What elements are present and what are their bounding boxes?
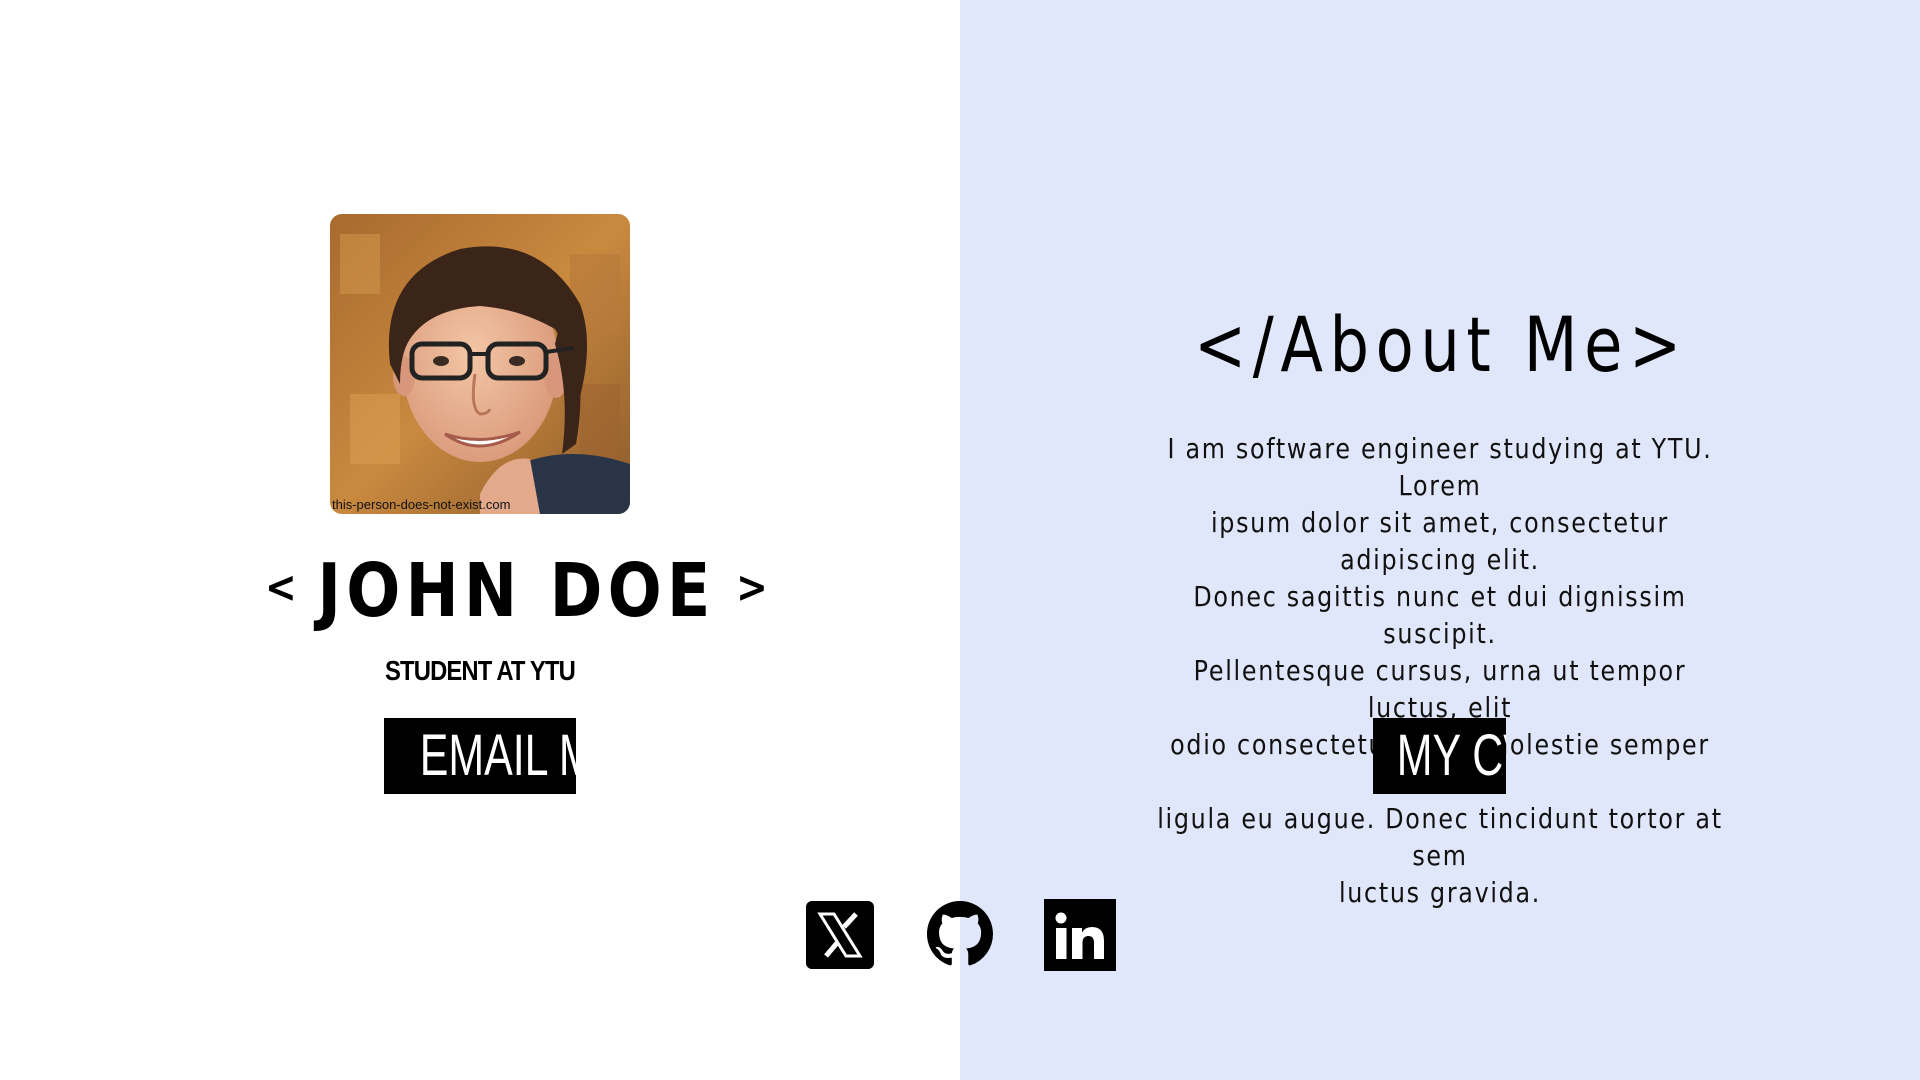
email-me-button[interactable]: EMAIL ME xyxy=(384,718,576,794)
profile-name: < JOHN DOE > xyxy=(265,548,768,631)
about-heading: </About Me> xyxy=(1194,300,1688,389)
about-line: Pellentesque cursus, urna ut tempor luct… xyxy=(1193,654,1687,724)
email-me-label: EMAIL ME xyxy=(419,723,576,788)
about-line: luctus gravida. xyxy=(1338,876,1542,909)
my-cv-button[interactable]: MY CV xyxy=(1373,718,1506,794)
name-close-bracket: > xyxy=(736,562,768,613)
about-line: ligula eu augue. Donec tincidunt tortor … xyxy=(1157,802,1723,872)
name-open-bracket: < xyxy=(265,562,297,613)
name-text: JOHN DOE xyxy=(317,548,716,634)
my-cv-label: MY CV xyxy=(1396,723,1506,788)
photo-credit: this-person-does-not-exist.com xyxy=(332,497,511,512)
about-line: I am software engineer studying at YTU. … xyxy=(1167,432,1713,502)
profile-subtitle: STUDENT AT YTU xyxy=(385,655,576,686)
about-line: ipsum dolor sit amet, consectetur adipis… xyxy=(1210,506,1670,576)
about-line: Donec sagittis nunc et dui dignissim sus… xyxy=(1193,580,1687,650)
linkedin-icon[interactable] xyxy=(1044,899,1116,971)
profile-photo: this-person-does-not-exist.com xyxy=(330,214,630,514)
about-paragraph: I am software engineer studying at YTU. … xyxy=(1147,430,1734,911)
x-icon[interactable] xyxy=(806,901,874,969)
github-icon[interactable] xyxy=(927,901,993,967)
